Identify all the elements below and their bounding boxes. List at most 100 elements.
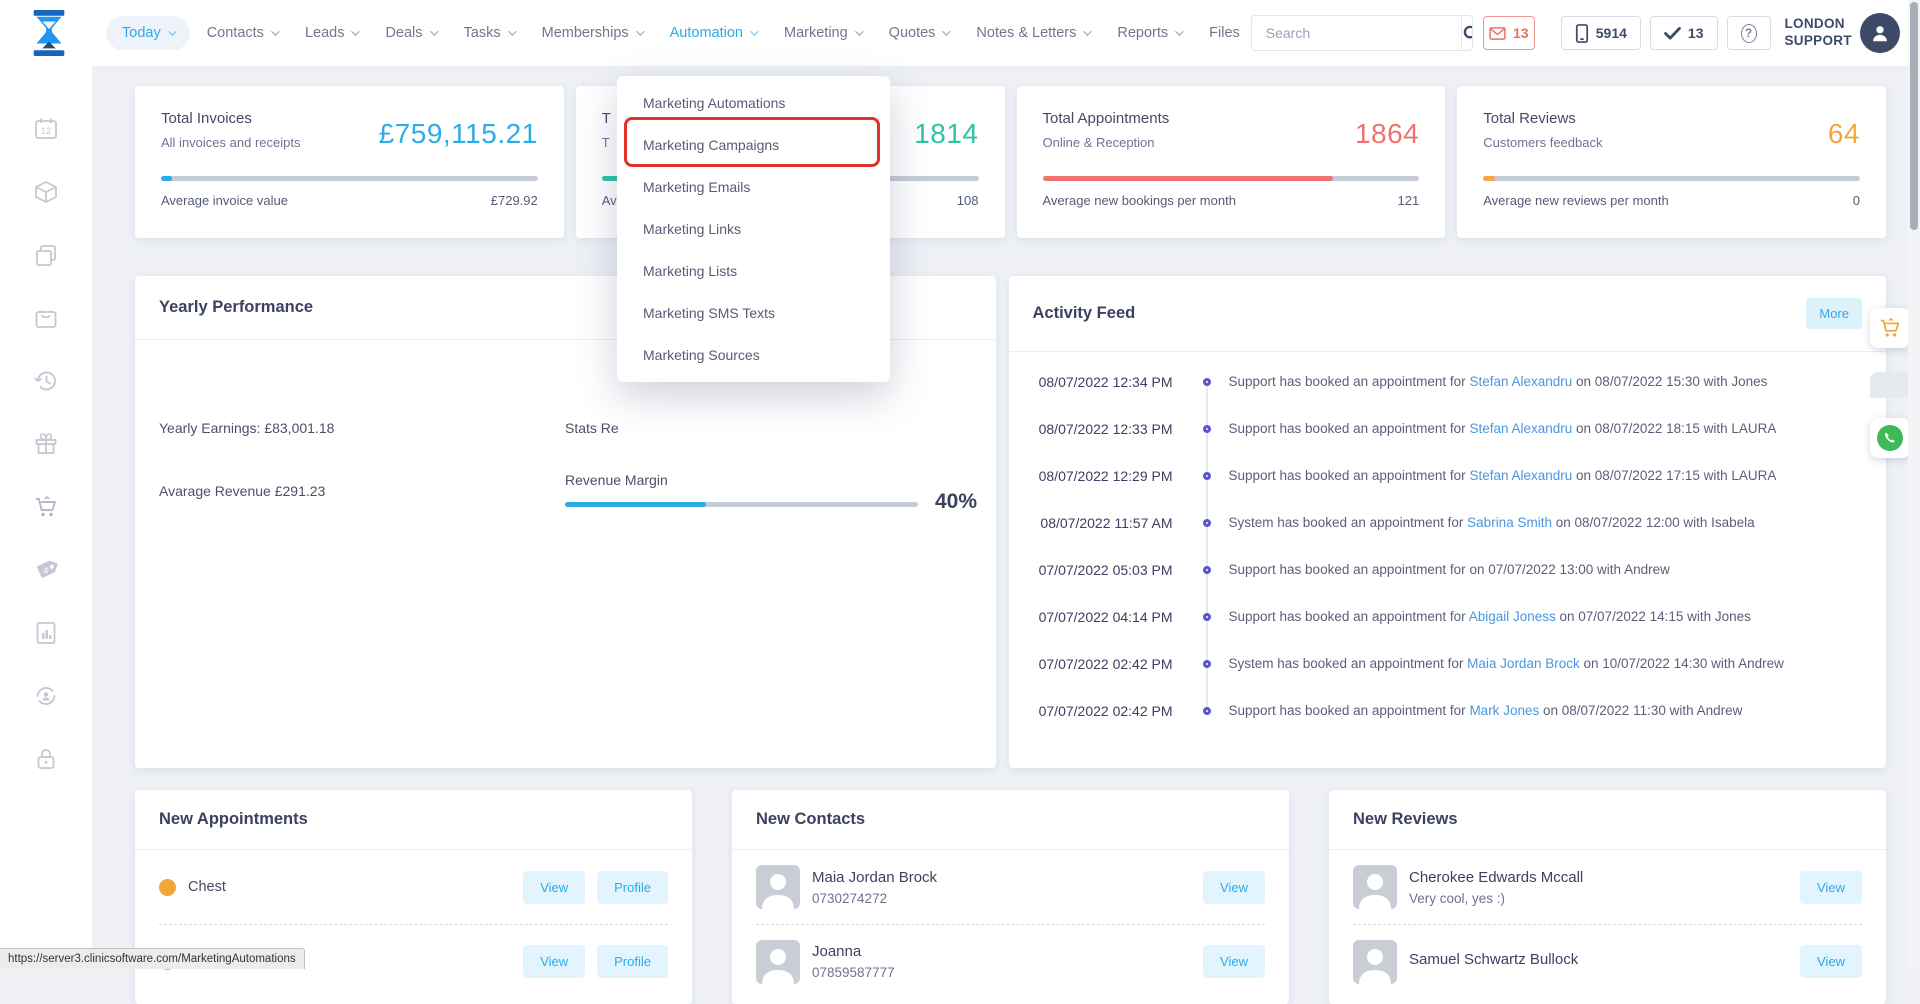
contact-link[interactable]: Stefan Alexandru — [1469, 421, 1572, 436]
nav-label: Today — [122, 25, 161, 41]
menu-item-marketing-emails[interactable]: Marketing Emails — [617, 166, 890, 208]
gift-icon[interactable] — [33, 431, 59, 457]
user-avatar[interactable] — [1860, 13, 1900, 53]
menu-item-marketing-automations[interactable]: Marketing Automations — [617, 82, 890, 124]
nav-label: Marketing — [784, 25, 848, 41]
view-button[interactable]: View — [523, 945, 585, 978]
person-icon — [756, 940, 800, 984]
view-button[interactable]: View — [1800, 945, 1862, 978]
search-icon — [1462, 24, 1473, 43]
menu-item-marketing-sources[interactable]: Marketing Sources — [617, 334, 890, 376]
chevron-down-icon — [855, 27, 863, 35]
scrollbar-thumb[interactable] — [1910, 2, 1918, 230]
stat-card-appointments: Total Appointments Online & Reception 18… — [1017, 86, 1446, 238]
search-button[interactable] — [1461, 16, 1473, 50]
stats-refresh-note: Stats Re — [565, 420, 619, 436]
help-button[interactable]: ? — [1727, 16, 1771, 50]
mail-notifications-badge[interactable]: 13 — [1483, 16, 1535, 50]
lock-icon[interactable] — [33, 746, 59, 772]
nav-item-leads[interactable]: Leads — [294, 16, 369, 50]
nav-item-marketing[interactable]: Marketing — [773, 16, 872, 50]
menu-item-marketing-campaigns[interactable]: Marketing Campaigns — [617, 124, 890, 166]
menu-item-marketing-lists[interactable]: Marketing Lists — [617, 250, 890, 292]
feed-message-pre: System has booked an appointment for — [1229, 515, 1464, 530]
nav-label: Automation — [670, 25, 743, 41]
feed-message: Support has booked an appointment for St… — [1225, 468, 1777, 483]
feed-entry: 08/07/2022 12:29 PMSupport has booked an… — [1009, 452, 1887, 499]
activity-feed-panel: Activity Feed More 08/07/2022 12:34 PMSu… — [1009, 276, 1887, 768]
nav-item-reports[interactable]: Reports — [1106, 16, 1192, 50]
cart-icon[interactable] — [33, 494, 59, 520]
account-sync-icon[interactable] — [33, 683, 59, 709]
topbar: Today Contacts Leads Deals Tasks Members… — [0, 0, 1920, 66]
timeline-dot-icon — [1203, 519, 1211, 527]
search-input[interactable] — [1252, 16, 1461, 50]
nav-item-notes-letters[interactable]: Notes & Letters — [965, 16, 1100, 50]
stat-value: 1814 — [914, 118, 978, 150]
shopping-bag-icon[interactable] — [33, 305, 59, 331]
app-logo-icon[interactable] — [26, 8, 72, 58]
phone-calls-badge[interactable]: 5914 — [1561, 16, 1641, 50]
view-button[interactable]: View — [1800, 871, 1862, 904]
contact-link[interactable]: Sabrina Smith — [1467, 515, 1552, 530]
nav-item-files[interactable]: Files — [1198, 16, 1251, 50]
chevron-down-icon — [168, 27, 176, 35]
floating-cart-button[interactable] — [1870, 308, 1910, 348]
tasks-done-badge[interactable]: 13 — [1650, 16, 1718, 50]
help-icon: ? — [1741, 24, 1757, 43]
package-icon[interactable] — [33, 179, 59, 205]
floating-phone-button[interactable] — [1870, 418, 1910, 458]
contact-phone: 0730274272 — [812, 891, 937, 906]
feed-time: 07/07/2022 04:14 PM — [1009, 609, 1189, 625]
report-chart-icon[interactable] — [33, 620, 59, 646]
nav-item-memberships[interactable]: Memberships — [531, 16, 653, 50]
feed-entry: 07/07/2022 02:42 PM System has booked an … — [1009, 640, 1887, 687]
stat-card-reviews: Total Reviews Customers feedback 64 Aver… — [1457, 86, 1886, 238]
menu-item-marketing-sms-texts[interactable]: Marketing SMS Texts — [617, 292, 890, 334]
feed-time: 08/07/2022 12:33 PM — [1009, 421, 1189, 437]
contact-link[interactable]: Maia Jordan Brock — [1467, 656, 1580, 671]
profile-button[interactable]: Profile — [597, 945, 668, 978]
yearly-earnings: Yearly Earnings: £83,001.18 — [159, 420, 334, 436]
stat-footer-value: £729.92 — [491, 193, 538, 208]
contact-link[interactable]: Abigail Joness — [1469, 609, 1556, 624]
stat-card-invoices: Total Invoices All invoices and receipts… — [135, 86, 564, 238]
feed-message-pre: System has booked an appointment for — [1229, 656, 1464, 671]
floating-button-partial[interactable] — [1870, 372, 1910, 398]
stat-footer-value: 0 — [1853, 193, 1860, 208]
feed-message-post: on 08/07/2022 17:15 with LAURA — [1576, 468, 1776, 483]
revenue-margin-value: 40% — [935, 490, 977, 514]
view-button[interactable]: View — [523, 871, 585, 904]
history-icon[interactable] — [33, 368, 59, 394]
feed-time: 07/07/2022 02:42 PM — [1009, 656, 1189, 672]
view-button[interactable]: View — [1203, 945, 1265, 978]
nav-item-automation[interactable]: Automation — [659, 16, 767, 50]
user-line1: LONDON — [1785, 16, 1852, 33]
person-icon — [1869, 22, 1891, 44]
view-button[interactable]: View — [1203, 871, 1265, 904]
scrollbar[interactable] — [1908, 0, 1920, 969]
calendar-icon[interactable]: 12 — [33, 116, 59, 142]
nav-item-contacts[interactable]: Contacts — [196, 16, 288, 50]
nav-item-quotes[interactable]: Quotes — [878, 16, 960, 50]
nav-item-deals[interactable]: Deals — [374, 16, 446, 50]
contact-link[interactable]: Mark Jones — [1469, 703, 1539, 718]
contact-link[interactable]: Stefan Alexandru — [1469, 374, 1572, 389]
price-tag-icon[interactable]: $ — [33, 557, 59, 583]
new-contacts-panel: New Contacts Maia Jordan Brock 073027427… — [732, 790, 1289, 1004]
revenue-margin-fill — [565, 502, 706, 507]
menu-item-marketing-links[interactable]: Marketing Links — [617, 208, 890, 250]
icon-sidebar: 12 $ — [0, 66, 92, 969]
contact-link[interactable]: Stefan Alexandru — [1469, 468, 1572, 483]
profile-button[interactable]: Profile — [597, 871, 668, 904]
copy-icon[interactable] — [33, 242, 59, 268]
feed-message: Support has booked an appointment for Ab… — [1225, 609, 1751, 624]
nav-item-today[interactable]: Today — [106, 16, 190, 50]
nav-item-tasks[interactable]: Tasks — [453, 16, 525, 50]
chevron-down-icon — [508, 27, 516, 35]
stat-footer-label: Average invoice value — [161, 193, 288, 208]
feed-entry: 07/07/2022 04:14 PM Support has booked an… — [1009, 593, 1887, 640]
feed-message: Support has booked an appointment for St… — [1225, 374, 1768, 389]
phone-green-icon — [1877, 425, 1903, 451]
more-button[interactable]: More — [1806, 298, 1862, 329]
